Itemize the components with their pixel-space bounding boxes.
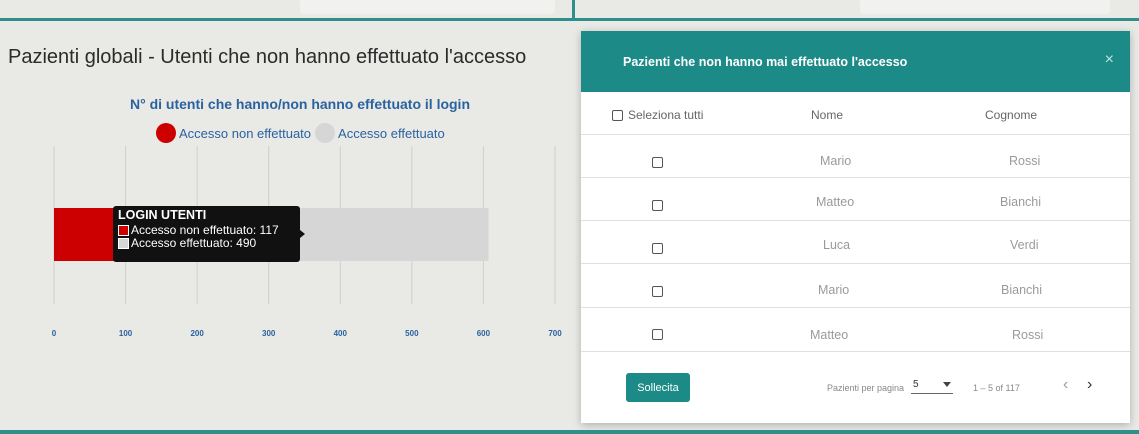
x-tick-label: 300 (262, 329, 276, 338)
column-header-surname[interactable]: Cognome (985, 108, 1037, 122)
page-title: Pazienti globali - Utenti che non hanno … (8, 46, 527, 68)
dialog-title: Pazienti che non hanno mai effettuato l'… (623, 55, 908, 69)
x-tick-label: 400 (334, 329, 348, 338)
row-checkbox[interactable] (652, 157, 663, 168)
cell-surname: Bianchi (1001, 283, 1042, 297)
cell-surname: Rossi (1012, 328, 1044, 342)
x-tick-label: 700 (548, 329, 562, 338)
tooltip-title: LOGIN UTENTI (118, 208, 207, 222)
row-checkbox[interactable] (652, 200, 663, 211)
select-all-label: Seleziona tutti (628, 108, 704, 122)
top-vertical-divider (572, 0, 575, 21)
row-checkbox[interactable] (652, 329, 663, 340)
column-header-name[interactable]: Nome (811, 108, 843, 122)
top-divider-line (0, 18, 1139, 21)
tooltip-swatch-not-accessed (118, 225, 129, 236)
rows-per-page-value: 5 (913, 379, 919, 390)
table-header-row: Seleziona tutti Nome Cognome (581, 92, 1130, 135)
row-checkbox[interactable] (652, 243, 663, 254)
cell-surname: Rossi (1009, 154, 1041, 168)
cell-surname: Bianchi (1000, 195, 1041, 209)
table-row: Mario Rossi (581, 135, 1130, 178)
x-tick-label: 600 (477, 329, 491, 338)
cell-name: Mario (818, 283, 850, 297)
cell-name: Matteo (810, 328, 849, 342)
x-tick-label: 200 (190, 329, 204, 338)
cell-name: Matteo (816, 195, 855, 209)
cell-surname: Verdi (1010, 238, 1039, 252)
tooltip-swatch-accessed (118, 238, 129, 249)
tooltip-row-accessed: Accesso effettuato: 490 (118, 237, 295, 250)
legend-label-accessed: Accesso effettuato (338, 125, 445, 141)
select-all-checkbox[interactable] (612, 110, 623, 121)
chart-tooltip: LOGIN UTENTI Accesso non effettuato: 117… (113, 206, 305, 262)
pagination-range: 1 – 5 of 117 (973, 383, 1020, 393)
table-row: Mario Bianchi (581, 264, 1130, 308)
x-tick-label: 0 (52, 329, 57, 338)
top-card-left (300, 0, 555, 14)
patients-dialog: Pazienti che non hanno mai effettuato l'… (581, 31, 1130, 423)
close-icon[interactable]: × (1105, 51, 1114, 69)
table-row: Luca Verdi (581, 221, 1130, 264)
x-tick-label: 100 (119, 329, 133, 338)
cell-name: Luca (823, 238, 851, 252)
rows-per-page-select[interactable]: 5 (911, 377, 953, 394)
sollecita-button[interactable]: Sollecita (626, 373, 690, 402)
chevron-left-icon[interactable]: ‹ (1063, 376, 1068, 394)
chevron-down-icon (943, 382, 951, 387)
row-checkbox[interactable] (652, 286, 663, 297)
dialog-header: Pazienti che non hanno mai effettuato l'… (581, 31, 1130, 92)
table-row: Matteo Rossi (581, 308, 1130, 352)
bottom-divider-line (0, 430, 1139, 434)
tooltip-text-accessed: Accesso effettuato: 490 (131, 236, 257, 250)
legend-label-not-accessed: Accesso non effettuato (179, 125, 312, 141)
rows-per-page-label: Pazienti per pagina (827, 383, 905, 393)
x-tick-label: 500 (405, 329, 419, 338)
top-card-right (860, 0, 1110, 14)
table-row: Matteo Bianchi (581, 178, 1130, 221)
chevron-right-icon[interactable]: › (1087, 376, 1092, 394)
cell-name: Mario (820, 154, 852, 168)
chart-title: N° di utenti che hanno/non hanno effettu… (129, 96, 470, 112)
